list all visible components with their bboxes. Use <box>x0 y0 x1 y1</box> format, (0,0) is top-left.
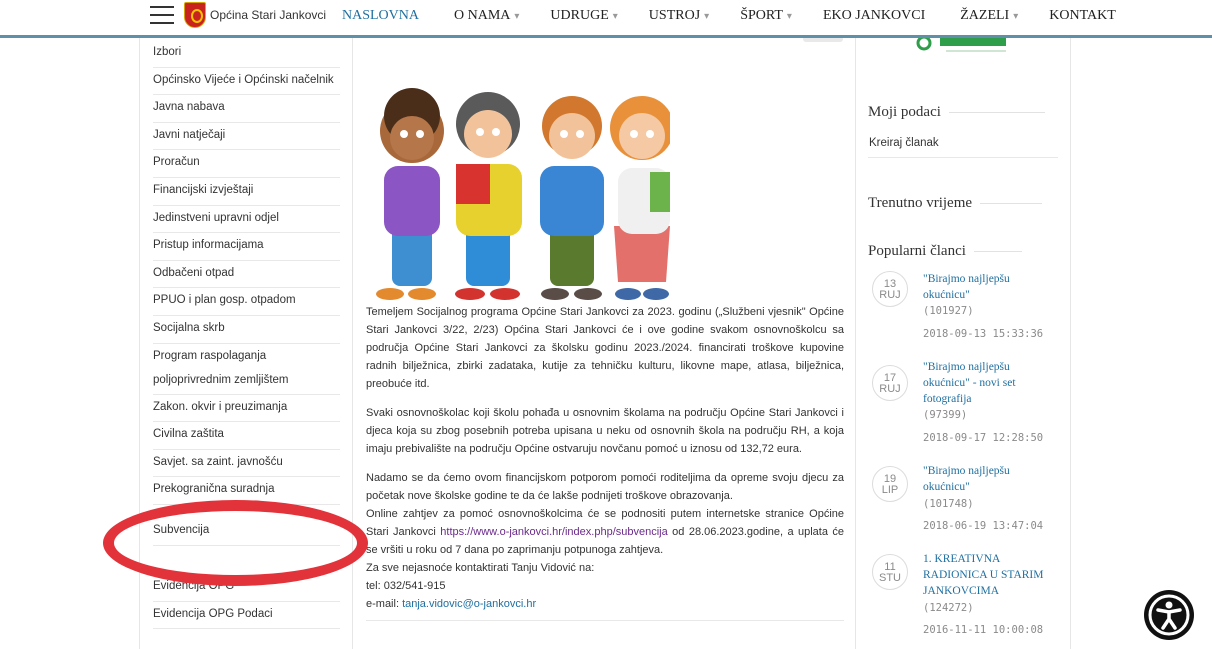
nav-o-nama[interactable]: O NAMA ▾ <box>454 8 519 24</box>
site-name[interactable]: Općina Stari Jankovci <box>210 8 326 22</box>
article-paragraph-2: Svaki osnovnoškolac koji školu pohađa u … <box>366 407 844 455</box>
sidebar-item-pristup-informacijama[interactable]: Pristup informacijama <box>153 233 340 261</box>
nav-eko-jankovci[interactable]: EKO JANKOVCI <box>823 8 929 24</box>
view-count: (124272) <box>923 602 974 614</box>
sidebar-item-program-raspolaganja[interactable]: Program raspolaganja poljoprivrednim zem… <box>153 344 340 395</box>
contact-intro: Za sve nejasnoće kontaktirati Tanju Vido… <box>366 562 595 574</box>
sidebar-item-financijski-izvjestaji[interactable]: Financijski izvještaji <box>153 178 340 206</box>
article-paragraph-1: Temeljem Socijalnog programa Općine Star… <box>366 306 844 390</box>
article-date: 2016-11-11 10:00:08 <box>923 624 1044 636</box>
sidebar-item-savjetovanje[interactable]: Savjet. sa zaint. javnošću <box>153 450 340 478</box>
chevron-down-icon: ▾ <box>1013 11 1019 22</box>
chevron-down-icon: ▾ <box>786 11 792 22</box>
nav-naslovna[interactable]: NASLOVNA <box>342 8 423 24</box>
main-nav: NASLOVNA O NAMA ▾ UDRUGE ▾ USTROJ ▾ ŠPORT ▾ … <box>342 8 1151 24</box>
nav-ustroj[interactable]: USTROJ ▾ <box>649 8 709 24</box>
contact-phone: tel: 032/541-915 <box>366 580 446 592</box>
article-paragraph-4: Online zahtjev za pomoć osnovnoškolcima … <box>366 508 845 556</box>
sidebar-item-socijalna-skrb[interactable]: Socijalna skrb <box>153 316 340 344</box>
nav-kontakt[interactable]: KONTAKT <box>1049 8 1120 24</box>
highlight-circle <box>103 500 368 586</box>
kreiraj-clanak-link[interactable]: Kreiraj članak <box>869 137 939 149</box>
accessibility-button[interactable] <box>1144 590 1194 640</box>
chevron-down-icon: ▾ <box>514 11 520 22</box>
popularni-clanci-heading: Popularni članci <box>868 243 1022 260</box>
article-date: 2018-09-13 15:33:36 <box>923 328 1044 340</box>
chevron-down-icon: ▾ <box>704 11 710 22</box>
sidebar-item-vijece[interactable]: Općinsko Vijeće i Općinski načelnik <box>153 68 340 96</box>
date-badge: 19 LIP <box>872 466 908 502</box>
date-badge: 11 STU <box>872 554 908 590</box>
popular-article-title[interactable]: "Birajmo najljepšu okućnicu" - novi set … <box>923 359 1053 407</box>
contact-email-link[interactable]: tanja.vidovic@o-jankovci.hr <box>402 598 536 610</box>
nav-sport[interactable]: ŠPORT ▾ <box>740 8 792 24</box>
view-count: (97399) <box>923 409 968 421</box>
contact-email-row: e-mail: tanja.vidovic@o-jankovci.hr <box>366 598 537 610</box>
menu-icon[interactable] <box>150 6 174 24</box>
view-count: (101927) <box>923 305 974 317</box>
school-children-illustration <box>376 88 670 300</box>
date-badge: 13 RUJ <box>872 271 908 307</box>
popular-article-title[interactable]: "Birajmo najljepšu okućnicu" <box>923 463 1053 495</box>
divider <box>868 157 1058 158</box>
popular-article-title[interactable]: "Birajmo najljepšu okućnicu" <box>923 271 1053 303</box>
sidebar-item-odbaceni-otpad[interactable]: Odbačeni otpad <box>153 261 340 289</box>
view-count: (101748) <box>923 498 974 510</box>
sidebar-item-civilna-zastita[interactable]: Civilna zaštita <box>153 422 340 450</box>
article-body: Temeljem Socijalnog programa Općine Star… <box>366 38 844 649</box>
article-date: 2018-06-19 13:47:04 <box>923 520 1044 532</box>
sidebar-item-javni-natjecaji[interactable]: Javni natječaji <box>153 123 340 151</box>
article-text: Temeljem Socijalnog programa Općine Star… <box>366 303 844 613</box>
sidebar-item-ppuo[interactable]: PPUO i plan gosp. otpadom <box>153 288 340 316</box>
sidebar-item-evidencija-opg-podaci[interactable]: Evidencija OPG Podaci <box>153 602 340 630</box>
sidebar-item-zakon-okvir[interactable]: Zakon. okvir i preuzimanja <box>153 395 340 423</box>
content-divider <box>366 620 844 621</box>
nav-zazeli[interactable]: ŽAZELI ▾ <box>960 8 1018 24</box>
article-paragraph-3: Nadamo se da ćemo ovom financijskom potp… <box>366 472 844 502</box>
accessibility-icon <box>1148 594 1190 636</box>
sidebar-item-upravni-odjel[interactable]: Jedinstveni upravni odjel <box>153 206 340 234</box>
subvencija-link[interactable]: https://www.o-jankovci.hr/index.php/subv… <box>440 526 667 538</box>
date-badge: 17 RUJ <box>872 365 908 401</box>
sidebar-item-proracun[interactable]: Proračun <box>153 150 340 178</box>
article-date: 2018-09-17 12:28:50 <box>923 432 1044 444</box>
nav-udruge[interactable]: UDRUGE ▾ <box>550 8 617 24</box>
trenutno-vrijeme-heading: Trenutno vrijeme <box>868 195 1043 212</box>
coat-of-arms-logo[interactable] <box>184 2 206 28</box>
sidebar-item-javna-nabava[interactable]: Javna nabava <box>153 95 340 123</box>
moji-podaci-heading: Moji podaci <box>868 104 1045 121</box>
sidebar-item-izbori[interactable]: Izbori <box>153 40 340 68</box>
chevron-down-icon: ▾ <box>612 11 618 22</box>
zesn-banner-logo[interactable] <box>914 38 1014 60</box>
popular-article-title[interactable]: 1. KREATIVNA RADIONICA U STARIM JANKOVCI… <box>923 551 1053 599</box>
top-header: Općina Stari Jankovci NASLOVNA O NAMA ▾ U… <box>0 0 1212 38</box>
